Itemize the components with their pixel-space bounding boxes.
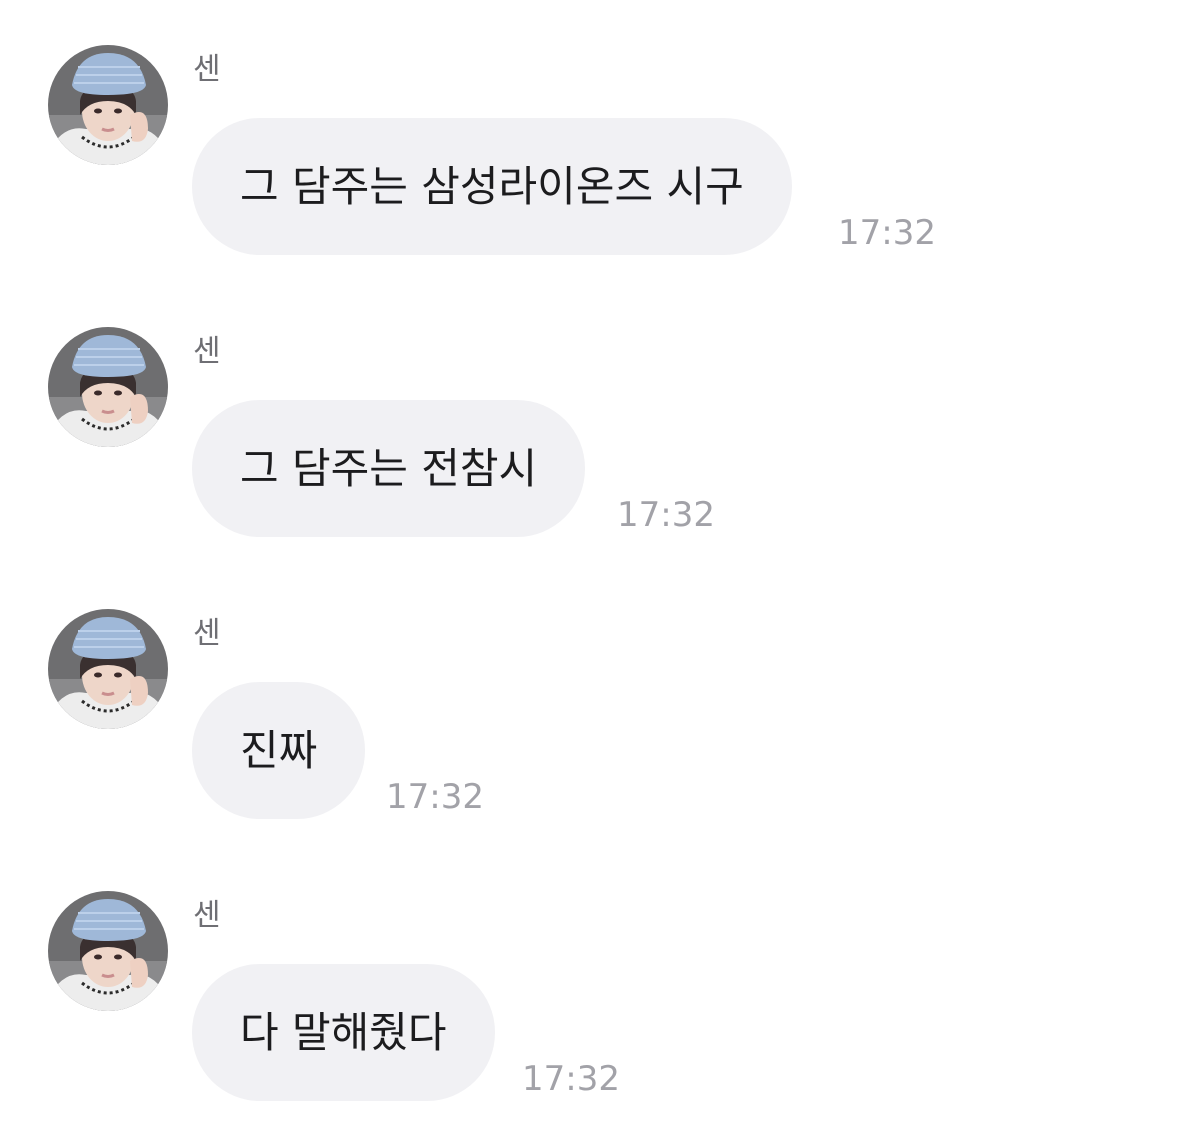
sender-name: 센 <box>193 52 221 87</box>
message-bubble[interactable]: 그 담주는 전참시 <box>192 400 586 537</box>
avatar[interactable] <box>48 891 168 1011</box>
message-bubble[interactable]: 진짜 <box>192 682 366 819</box>
message-bubble[interactable]: 다 말해줬다 <box>192 964 495 1101</box>
avatar[interactable] <box>48 45 168 165</box>
message-timestamp: 17:32 <box>522 1059 620 1099</box>
message-group: 센 진짜 17:32 <box>0 564 1179 846</box>
avatar[interactable] <box>48 327 168 447</box>
avatar[interactable] <box>48 609 168 729</box>
message-group: 센 그 담주는 삼성라이온즈 시구 17:32 <box>0 0 1179 282</box>
sender-name: 센 <box>193 616 221 651</box>
message-timestamp: 17:32 <box>386 777 484 817</box>
message-group: 센 그 담주는 전참시 17:32 <box>0 282 1179 564</box>
message-group: 센 다 말해줬다 17:32 <box>0 846 1179 1128</box>
message-timestamp: 17:32 <box>838 213 936 253</box>
message-bubble[interactable]: 그 담주는 삼성라이온즈 시구 <box>192 118 792 255</box>
message-timestamp: 17:32 <box>617 495 715 535</box>
sender-name: 센 <box>193 898 221 933</box>
sender-name: 센 <box>193 334 221 369</box>
